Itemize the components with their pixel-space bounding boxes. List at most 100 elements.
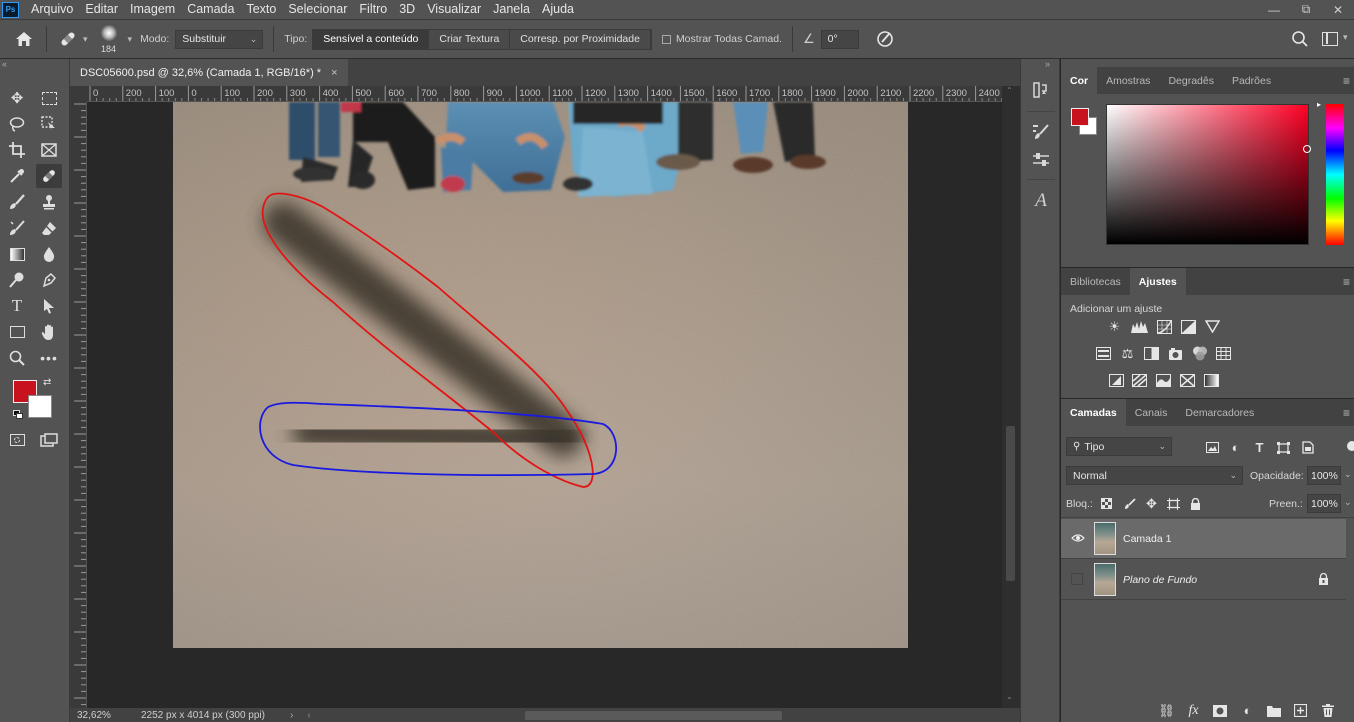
filter-smart-object-icon[interactable] xyxy=(1299,440,1316,455)
path-selection-tool-icon[interactable] xyxy=(36,294,62,318)
pressure-size-icon[interactable] xyxy=(875,29,895,49)
filter-toggle-icon[interactable] xyxy=(1347,441,1354,451)
filter-pixel-icon[interactable] xyxy=(1204,440,1221,455)
photoshop-logo-icon[interactable]: Ps xyxy=(2,1,19,18)
layer-filter-select[interactable]: ⚲ Tipo ⌄ xyxy=(1066,437,1172,456)
tab-demarcadores[interactable]: Demarcadores xyxy=(1176,399,1263,426)
history-panel-icon[interactable] xyxy=(1029,79,1053,101)
marquee-tool-icon[interactable] xyxy=(36,86,62,110)
menu-3d[interactable]: 3D xyxy=(393,0,421,19)
levels-icon[interactable] xyxy=(1131,319,1148,334)
move-tool-icon[interactable]: ✥ xyxy=(4,86,30,110)
new-adjustment-layer-icon[interactable]: ◐ xyxy=(1239,703,1256,718)
panel-menu-icon[interactable]: ≡ xyxy=(1343,406,1350,420)
angle-field[interactable]: 0° xyxy=(820,29,859,49)
scroll-left-icon[interactable]: ‹ xyxy=(307,710,310,721)
chevron-down-icon[interactable]: ▾ xyxy=(1343,32,1348,43)
layer-style-fx-icon[interactable]: fx xyxy=(1185,703,1202,718)
color-balance-icon[interactable]: ⚖ xyxy=(1119,346,1136,361)
menu-janela[interactable]: Janela xyxy=(487,0,536,19)
zoom-tool-icon[interactable] xyxy=(4,346,30,370)
selective-color-icon[interactable] xyxy=(1179,373,1196,388)
more-tools-icon[interactable]: ••• xyxy=(36,346,62,370)
pen-tool-icon[interactable] xyxy=(36,268,62,292)
chevron-down-icon[interactable]: ▾ xyxy=(83,34,88,45)
filter-shape-icon[interactable] xyxy=(1275,440,1292,455)
lock-transparent-pixels-icon[interactable] xyxy=(1098,496,1115,511)
dodge-tool-icon[interactable] xyxy=(4,268,30,292)
delete-layer-icon[interactable] xyxy=(1319,703,1336,718)
filter-type-icon[interactable]: T xyxy=(1251,440,1268,455)
menu-imagem[interactable]: Imagem xyxy=(124,0,181,19)
curves-icon[interactable] xyxy=(1156,319,1173,334)
lock-position-icon[interactable]: ✥ xyxy=(1143,496,1160,511)
type-content-aware-button[interactable]: Sensível a conteúdo xyxy=(313,29,430,49)
hue-slider[interactable] xyxy=(1326,104,1344,245)
chevron-down-icon[interactable]: ⌄ xyxy=(1344,469,1352,480)
opacity-field[interactable]: 100% xyxy=(1307,466,1341,485)
collapse-panels-icon[interactable]: » xyxy=(1045,59,1050,69)
menu-selecionar[interactable]: Selecionar xyxy=(282,0,353,19)
frame-tool-icon[interactable] xyxy=(36,138,62,162)
history-brush-tool-icon[interactable] xyxy=(4,216,30,240)
close-tab-icon[interactable]: × xyxy=(331,67,337,79)
restore-button[interactable]: ⧉ xyxy=(1290,0,1322,19)
collapse-toolbar-icon[interactable]: « xyxy=(2,59,7,69)
brightness-contrast-icon[interactable]: ☀ xyxy=(1106,319,1123,334)
visibility-eye-icon[interactable] xyxy=(1071,532,1085,544)
panel-menu-icon[interactable]: ≡ xyxy=(1343,74,1350,88)
close-window-button[interactable]: ✕ xyxy=(1322,0,1354,19)
clone-stamp-tool-icon[interactable] xyxy=(36,190,62,214)
scroll-down-icon[interactable]: ⌄ xyxy=(1006,692,1013,701)
spot-healing-brush-tool-icon[interactable] xyxy=(36,164,62,188)
object-selection-tool-icon[interactable] xyxy=(36,112,62,136)
crop-tool-icon[interactable] xyxy=(4,138,30,162)
vertical-scroll-thumb[interactable] xyxy=(1006,426,1015,581)
lock-icon[interactable] xyxy=(1318,572,1329,588)
brush-settings-icon[interactable] xyxy=(1029,121,1053,143)
type-proximity-match-button[interactable]: Corresp. por Proximidade xyxy=(510,29,651,49)
gradient-tool-icon[interactable] xyxy=(4,242,30,266)
tab-camadas[interactable]: Camadas xyxy=(1061,399,1126,426)
menu-arquivo[interactable]: Arquivo xyxy=(25,0,79,19)
search-icon[interactable] xyxy=(1291,30,1311,50)
add-mask-icon[interactable] xyxy=(1211,703,1228,718)
threshold-icon[interactable] xyxy=(1155,373,1172,388)
photo-filter-icon[interactable] xyxy=(1167,346,1184,361)
default-colors-icon[interactable] xyxy=(13,410,24,420)
horizontal-scroll-thumb[interactable] xyxy=(525,711,782,720)
color-lookup-icon[interactable] xyxy=(1215,346,1232,361)
black-white-icon[interactable] xyxy=(1143,346,1160,361)
status-menu-chevron-icon[interactable]: › xyxy=(290,710,293,721)
lock-all-icon[interactable] xyxy=(1187,496,1204,511)
hand-tool-icon[interactable] xyxy=(36,320,62,344)
tab-degrades[interactable]: Degradês xyxy=(1159,67,1223,94)
blend-mode-select[interactable]: Normal ⌄ xyxy=(1066,466,1243,485)
hue-slider-handle-icon[interactable]: ▸ xyxy=(1317,100,1321,109)
ruler-origin[interactable] xyxy=(70,86,87,102)
link-layers-icon[interactable]: ⛓ xyxy=(1158,703,1175,718)
screen-mode-icon[interactable] xyxy=(36,428,62,452)
spot-healing-tool-preset-icon[interactable] xyxy=(57,28,79,50)
panel-fg-color-swatch[interactable] xyxy=(1071,108,1089,126)
type-tool-icon[interactable]: T xyxy=(4,294,30,318)
chevron-down-icon[interactable]: ▾ xyxy=(128,34,133,45)
menu-texto[interactable]: Texto xyxy=(240,0,282,19)
visibility-toggle-empty[interactable] xyxy=(1071,573,1083,585)
posterize-icon[interactable] xyxy=(1131,373,1148,388)
eyedropper-tool-icon[interactable] xyxy=(4,164,30,188)
workspace-layout-icon[interactable] xyxy=(1322,32,1338,46)
horizontal-ruler[interactable]: 0 200 100 0 100 200 300 400 500 600 700 800 900 1000 1… xyxy=(87,86,1002,102)
fill-field[interactable]: 100% xyxy=(1307,494,1341,513)
lasso-tool-icon[interactable] xyxy=(4,112,30,136)
scroll-up-icon[interactable]: ⌃ xyxy=(1006,86,1013,95)
channel-mixer-icon[interactable] xyxy=(1191,346,1208,361)
sample-all-layers-checkbox[interactable]: Mostrar Todas Camad. xyxy=(661,33,782,45)
hue-saturation-icon[interactable] xyxy=(1095,346,1112,361)
invert-icon[interactable] xyxy=(1108,373,1125,388)
type-create-texture-button[interactable]: Criar Textura xyxy=(429,29,511,49)
tab-canais[interactable]: Canais xyxy=(1126,399,1177,426)
background-color-swatch[interactable] xyxy=(28,395,52,418)
quick-mask-icon[interactable] xyxy=(4,428,30,452)
layer-row-background[interactable]: Plano de Fundo xyxy=(1061,560,1346,600)
